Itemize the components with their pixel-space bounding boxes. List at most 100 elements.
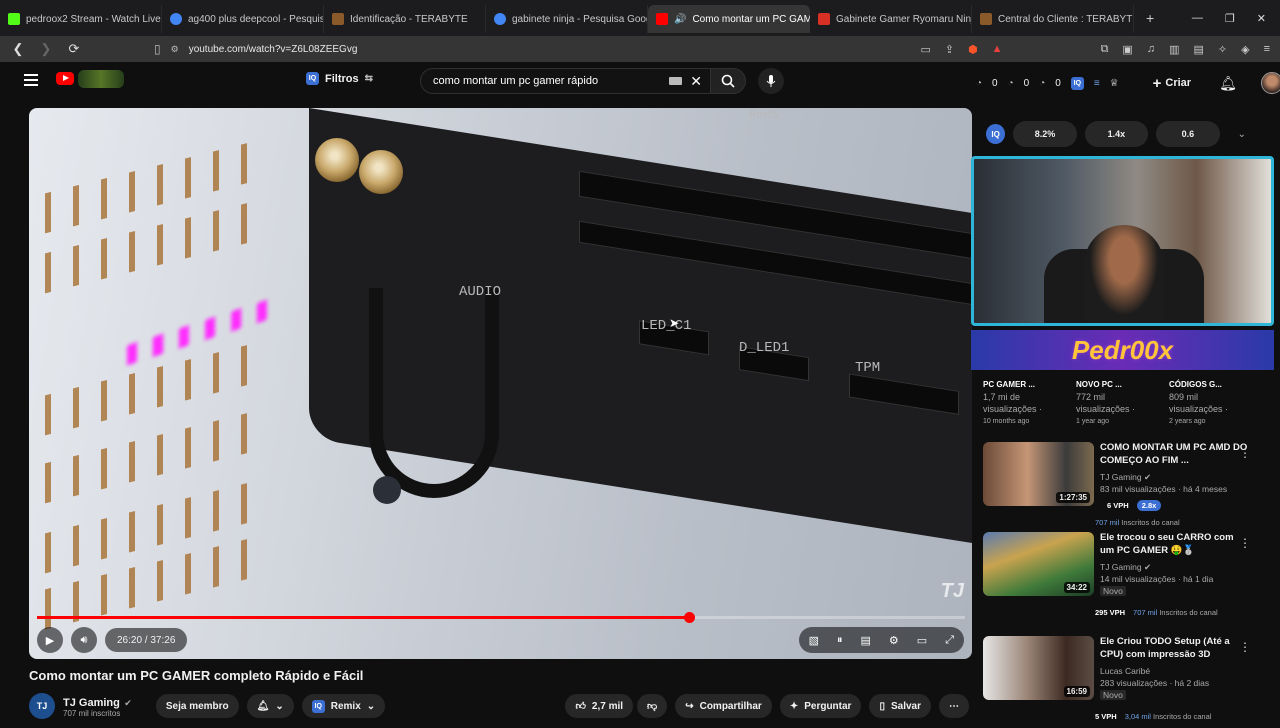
video-title[interactable]: COMO MONTAR UM PC AMD DO COMEÇO AO FIM .… (1100, 442, 1250, 468)
notifications-bell-icon[interactable]: 🔔︎ (1219, 75, 1237, 92)
join-button[interactable]: Seja membro (155, 694, 239, 718)
new-tab-button[interactable]: + (1134, 10, 1166, 26)
brave-shield-icon[interactable]: ⬢ (968, 43, 978, 56)
subtitles-icon[interactable]: ▤ (861, 634, 871, 647)
more-actions-button[interactable]: ⋯ (939, 694, 969, 718)
close-window-icon[interactable]: ✕ (1257, 12, 1266, 25)
cable-loop (369, 288, 499, 498)
video-card[interactable]: PC GAMER ... 1,7 mi de visualizações · 10 … (983, 380, 1065, 430)
account-avatar[interactable] (1260, 72, 1280, 94)
menu-hamburger-icon[interactable] (24, 74, 38, 86)
duration-badge: 1:27:35 (1056, 492, 1090, 503)
video-card[interactable]: NOVO PC ... 772 mil visualizações · 1 year… (1076, 380, 1158, 430)
browser-tab[interactable]: Identificação - TERABYTE (324, 5, 486, 33)
cast-icon[interactable]: ▭ (920, 43, 930, 56)
channel-avatar[interactable]: TJ (29, 693, 55, 719)
channel-name[interactable]: Lucas Caribé (1100, 666, 1150, 676)
video-title[interactable]: Ele Criou TODO Setup (Até a CPU) com imp… (1100, 636, 1250, 662)
video-player[interactable]: AUDIO LED_C1 D_LED1 TPM RoHS TJ ➤ ▶ 🔊︎ 2… (29, 108, 972, 659)
music-icon[interactable]: ♫ (1147, 43, 1155, 56)
forward-icon[interactable]: ❯ (36, 41, 56, 57)
doodle-logo-icon[interactable] (78, 70, 124, 88)
bookmark-icon[interactable]: ▯ (154, 42, 161, 56)
remix-button[interactable]: IQ Remix ⌄ (301, 694, 386, 718)
iq-extension-icon[interactable]: IQ (986, 124, 1006, 144)
filters-button[interactable]: IQ Filtros ⇆ (306, 72, 373, 85)
browser-tab-active[interactable]: 🔊Como montar um PC GAMER✕ (648, 5, 810, 33)
video-thumbnail[interactable]: 1:27:35 (983, 442, 1094, 506)
counter-1: 0 (992, 77, 998, 89)
settings-gear-icon[interactable]: ⚙ (889, 634, 899, 647)
keyboard-icon[interactable] (669, 77, 682, 85)
browser-tab[interactable]: pedroox2 Stream - Watch Live on Ki (0, 5, 162, 33)
video-thumbnail[interactable]: 34:22 (983, 532, 1094, 596)
youtube-logo-icon[interactable] (56, 72, 74, 85)
sliders-icon: ⇆ (364, 73, 374, 84)
vpn-icon[interactable]: ◈ (1241, 43, 1249, 56)
dislike-button[interactable]: 👎︎ (637, 694, 668, 718)
video-title[interactable]: Ele trocou o seu CARRO com um PC GAMER 🤑… (1100, 532, 1250, 558)
search-button[interactable] (710, 68, 746, 94)
ai-icon[interactable]: ✧ (1218, 43, 1227, 56)
ask-button[interactable]: ✦ Perguntar (779, 694, 862, 718)
share-button[interactable]: ↪ Compartilhar (675, 694, 772, 718)
voice-search-button[interactable] (758, 68, 784, 94)
extensions-icon[interactable]: ⧉ (1101, 43, 1109, 56)
rewards-icon[interactable]: ▲ (992, 43, 1003, 56)
pcb-label: RoHS (749, 108, 778, 122)
play-button[interactable]: ▶ (37, 627, 63, 653)
share-icon[interactable]: ⇪ (945, 43, 954, 56)
browser-tab[interactable]: ag400 plus deepcool - Pesquisa Goo (162, 5, 324, 33)
browser-tab[interactable]: gabinete ninja - Pesquisa Google (486, 5, 648, 33)
recommended-video[interactable]: 34:22 Ele trocou o seu CARRO com um PC G… (983, 532, 1273, 624)
recommended-video[interactable]: 1:27:35 COMO MONTAR UM PC AMD DO COMEÇO … (983, 442, 1273, 534)
site-info-icon[interactable]: ⚙ (171, 44, 179, 55)
progress-bar[interactable] (37, 612, 965, 623)
video-card[interactable]: CÓDIGOS G... 809 mil visualizações · 2 yea… (1169, 380, 1251, 430)
shop-favicon-icon (818, 13, 830, 25)
create-button[interactable]: + Criar (1153, 75, 1191, 92)
chevron-down-icon[interactable]: ⌄ (1238, 129, 1246, 140)
youtube-header: IQ Filtros ⇆ como montar um pc gamer ráp… (0, 62, 1280, 102)
recommended-video[interactable]: 16:59 Ele Criou TODO Setup (Até a CPU) c… (983, 636, 1273, 728)
browser-tab[interactable]: Central do Cliente : TERABYTE (972, 5, 1134, 33)
scrubber-handle[interactable] (684, 612, 696, 623)
more-options-icon[interactable]: ⋮ (1239, 640, 1251, 654)
like-button[interactable]: 👍︎ 2,7 mil (565, 694, 634, 718)
channel-name[interactable]: TJ Gaming (1100, 562, 1142, 572)
restore-icon[interactable]: ❐ (1225, 12, 1235, 25)
clear-search-icon[interactable]: ✕ (690, 73, 702, 90)
channel-info: TJ Gaming ✔ 707 mil inscritos (63, 693, 132, 719)
list-icon[interactable]: ≡ (1094, 78, 1100, 89)
volume-icon[interactable]: 🔊︎ (71, 627, 97, 653)
stat-pill: 0.6 (1156, 121, 1220, 147)
minimize-icon[interactable]: — (1192, 12, 1203, 25)
search-input[interactable]: como montar um pc gamer rápido ✕ (420, 68, 710, 94)
browser-tab[interactable]: Gabinete Gamer Ryomaru Ninja 3 Fa (810, 5, 972, 33)
menu-icon[interactable]: ≡ (1264, 43, 1270, 56)
sidebar-icon[interactable]: ▥ (1169, 43, 1179, 56)
iq-extension-icon[interactable]: IQ (1070, 76, 1084, 90)
channel-name[interactable]: TJ Gaming (63, 697, 120, 709)
player-controls-right: ▧ ⏸ ▤ ⚙ ▭ ⤢ (798, 627, 964, 653)
address-bar: ❮ ❯ ⟳ ▯ ⚙ youtube.com/watch?v=Z6L08ZEEGv… (0, 36, 1280, 62)
more-options-icon[interactable]: ⋮ (1239, 446, 1251, 460)
channel-name[interactable]: TJ Gaming (1100, 472, 1142, 482)
reload-icon[interactable]: ⟳ (64, 41, 84, 57)
save-button[interactable]: ▯ Salvar (869, 694, 931, 718)
video-thumbnail[interactable]: 16:59 (983, 636, 1094, 700)
wallet-icon[interactable]: ▤ (1193, 43, 1203, 56)
theater-mode-icon[interactable]: ▭ (917, 634, 927, 647)
channel-watermark[interactable]: TJ (941, 580, 964, 603)
trophy-icon[interactable]: ♕ (1110, 78, 1119, 89)
fullscreen-icon[interactable]: ⤢ (945, 634, 954, 647)
back-icon[interactable]: ❮ (8, 41, 28, 57)
google-favicon-icon (170, 13, 182, 25)
screenshot-icon[interactable]: ▣ (1122, 43, 1132, 56)
autoplay-toggle-icon[interactable]: ⏸ (837, 634, 843, 647)
notifications-button[interactable]: 🔔︎ ⌄ (246, 694, 294, 718)
iq-player-icon[interactable]: ▧ (809, 634, 819, 647)
url-field[interactable]: youtube.com/watch?v=Z6L08ZEEGvg (189, 44, 358, 55)
more-options-icon[interactable]: ⋮ (1239, 536, 1251, 550)
capacitor (359, 150, 403, 194)
